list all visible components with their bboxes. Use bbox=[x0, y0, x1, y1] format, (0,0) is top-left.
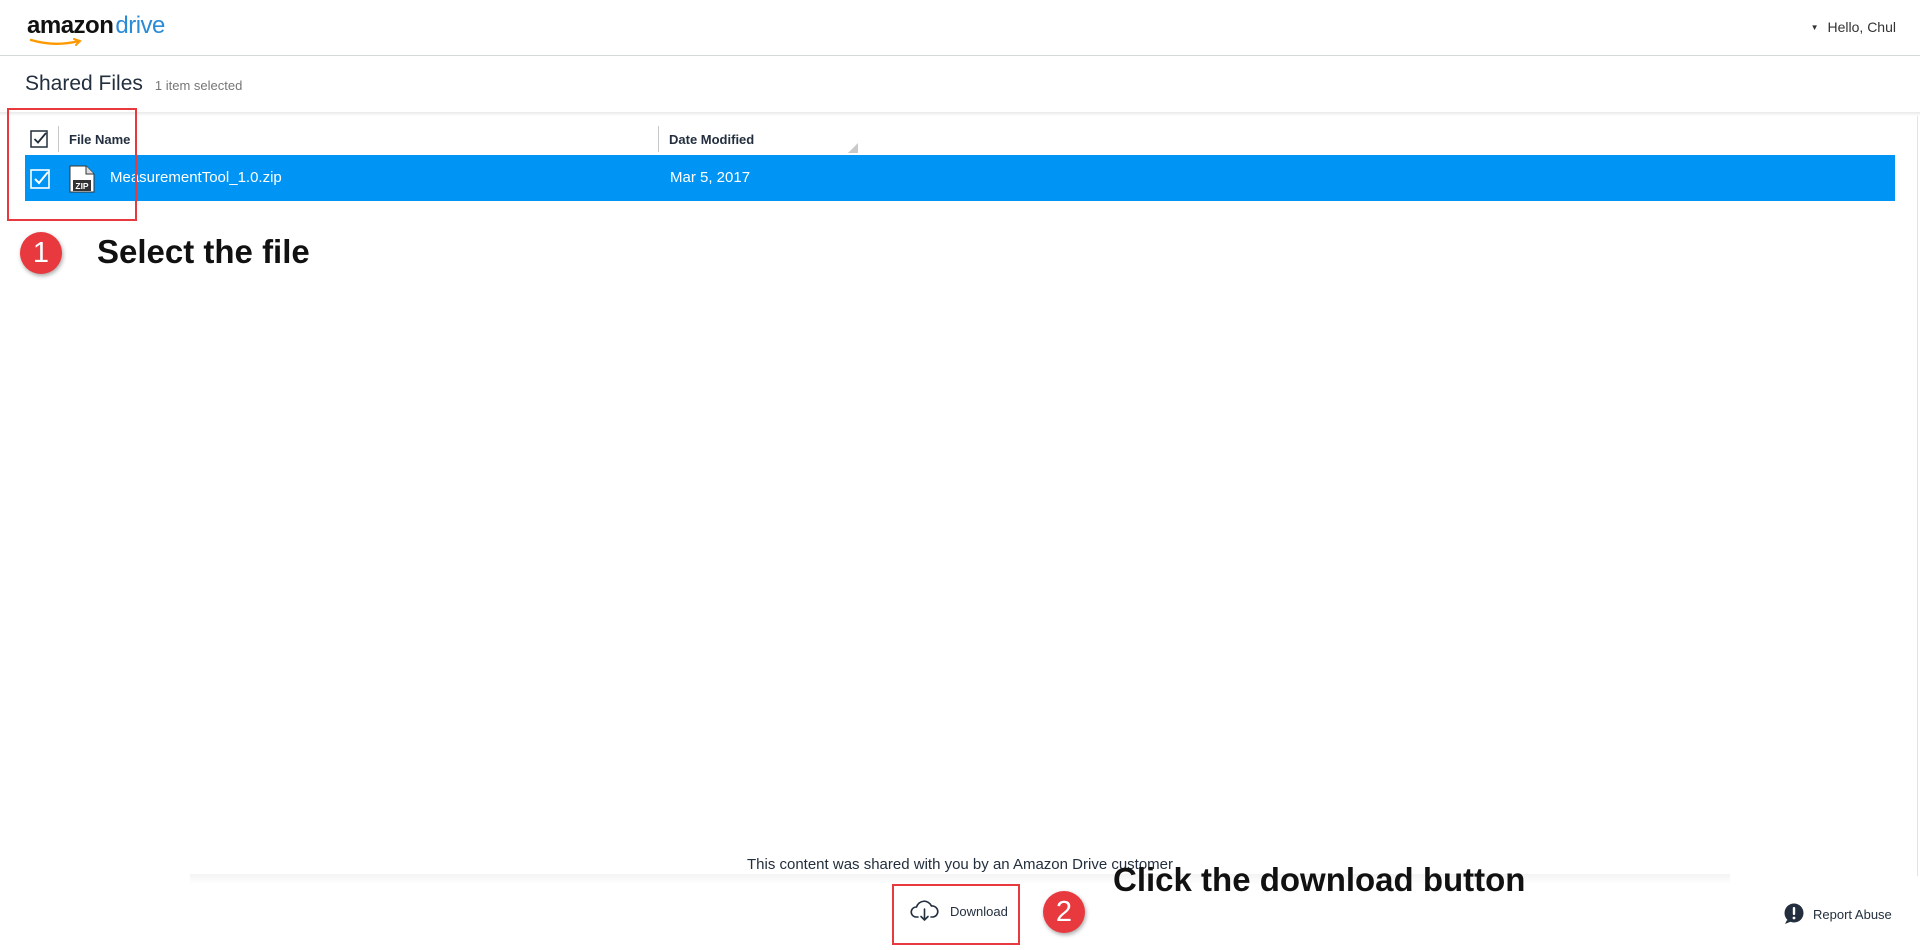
file-date-modified: Mar 5, 2017 bbox=[670, 169, 751, 186]
logo-word: amazon bbox=[27, 12, 114, 39]
step2-instruction: Click the download button bbox=[1113, 861, 1526, 898]
column-resize-handle-icon[interactable] bbox=[848, 143, 858, 153]
table-header: File Name Date Modified bbox=[25, 122, 1895, 154]
step2-highlight-box bbox=[892, 884, 1020, 945]
step1-highlight-box bbox=[7, 108, 137, 221]
file-table: File Name Date Modified ZIP MeasurementT… bbox=[25, 122, 1895, 201]
right-rail-divider bbox=[1917, 116, 1918, 876]
title-row: Shared Files 1 item selected bbox=[25, 72, 242, 96]
share-notice: This content was shared with you by an A… bbox=[746, 856, 1174, 873]
logo-product: drive bbox=[115, 12, 165, 39]
step1-instruction: Select the file bbox=[97, 233, 310, 270]
title-divider bbox=[0, 112, 1920, 116]
step2-badge: 2 bbox=[1043, 891, 1085, 933]
report-abuse-link[interactable]: Report Abuse bbox=[1783, 903, 1892, 925]
column-separator bbox=[658, 126, 659, 152]
step1-badge: 1 bbox=[20, 232, 62, 274]
report-abuse-label: Report Abuse bbox=[1813, 906, 1892, 922]
page-title: Shared Files bbox=[25, 72, 143, 95]
column-header-date-modified[interactable]: Date Modified bbox=[669, 132, 754, 147]
selection-count: 1 item selected bbox=[154, 78, 243, 93]
table-row[interactable]: ZIP MeasurementTool_1.0.zip Mar 5, 2017 bbox=[25, 155, 1895, 201]
amazon-drive-logo[interactable]: amazondrive bbox=[27, 12, 165, 46]
user-greeting: Hello, Chul bbox=[1827, 19, 1896, 35]
warning-bubble-icon bbox=[1784, 903, 1804, 924]
smile-arrow-icon bbox=[29, 38, 82, 46]
user-menu[interactable]: ▼ Hello, Chul bbox=[1811, 19, 1896, 35]
top-bar: amazondrive ▼ Hello, Chul bbox=[0, 0, 1920, 56]
caret-down-icon: ▼ bbox=[1810, 22, 1819, 32]
